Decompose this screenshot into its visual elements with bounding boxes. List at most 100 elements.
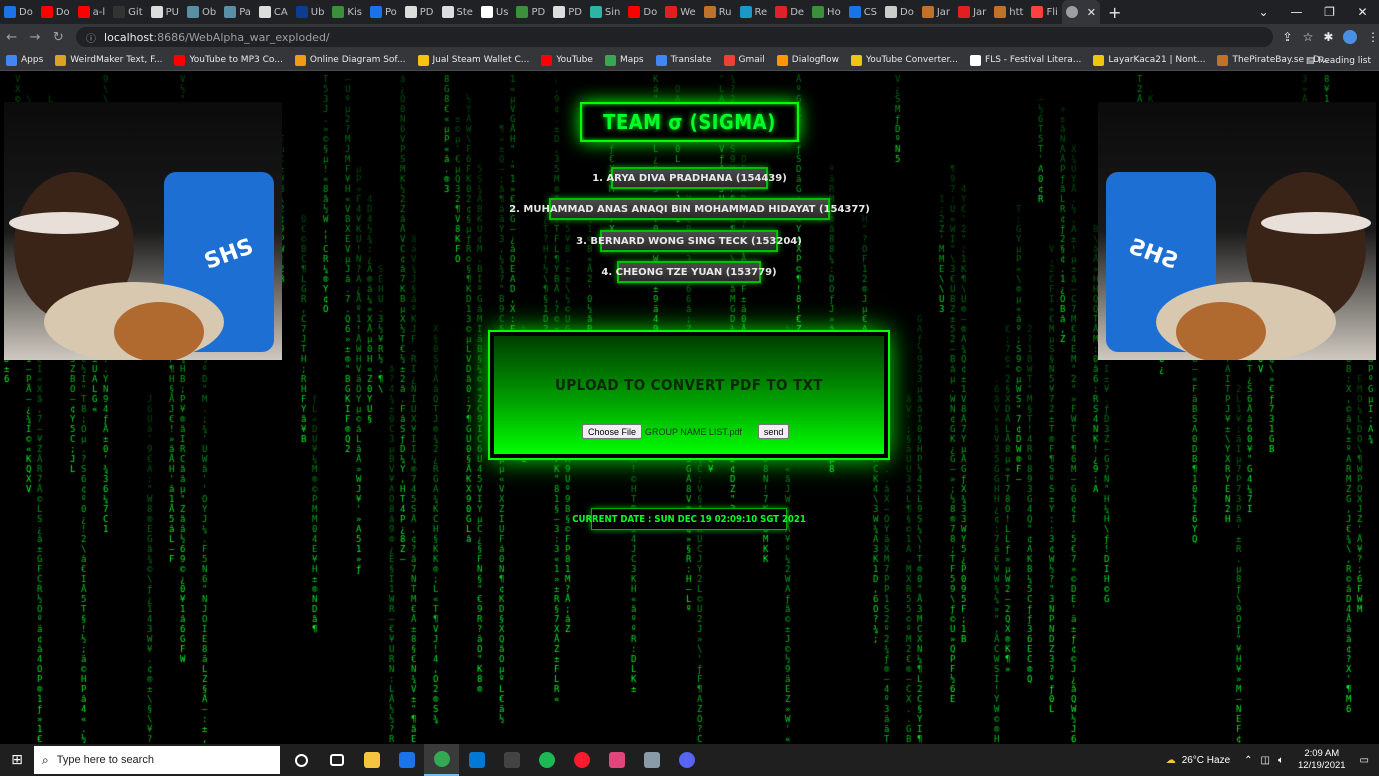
task-view-icon [329,754,344,766]
browser-tab[interactable]: Git [109,0,146,24]
browser-tab[interactable]: Kis [328,0,366,24]
tab-favicon-icon [332,6,345,18]
tab-label: Po [384,6,397,18]
browser-tab[interactable]: Re [736,0,772,24]
windows-start-icon[interactable]: ⊞ [0,744,34,776]
bookmark-item[interactable]: Gmail [718,54,771,66]
browser-tab[interactable]: Do [624,0,661,24]
choose-file-button[interactable]: Choose File [582,424,643,439]
maximize-icon[interactable]: ❐ [1313,5,1346,19]
browser-tab[interactable]: Ste [438,0,477,24]
taskbar-app-outlook[interactable] [459,744,494,776]
tab-favicon-icon [77,6,90,18]
dropdown-icon[interactable]: ⌄ [1247,5,1280,19]
bookmark-item[interactable]: YouTube Converter... [845,54,964,66]
browser-tab[interactable]: Do [881,0,918,24]
tray-chevron-icon[interactable]: ⌃ [1244,755,1252,766]
taskbar-app-chrome[interactable] [424,744,459,776]
send-button[interactable]: send [757,424,790,439]
taskbar-clock[interactable]: 2:09 AM 12/19/2021 [1298,748,1346,772]
taskbar-app-file-explorer[interactable] [354,744,389,776]
extensions-icon[interactable]: ✱ [1323,30,1333,44]
tab-label: We [680,6,696,18]
browser-tab[interactable]: PD [401,0,438,24]
bookmark-favicon-icon [604,54,616,66]
tab-label: PD [568,6,582,18]
bookmark-item[interactable]: Maps [599,54,650,66]
browser-tab[interactable]: Fli [1027,0,1061,24]
bookmark-favicon-icon [1093,54,1105,66]
bookmark-star-icon[interactable]: ☆ [1303,30,1314,44]
browser-tab[interactable]: Do [37,0,74,24]
bookmark-label: Dialogflow [791,55,839,65]
close-icon[interactable]: ✕ [1346,5,1379,19]
profile-avatar[interactable] [1343,30,1357,44]
bookmark-item[interactable]: Online Diagram Sof... [289,54,412,66]
tab-favicon-icon [921,6,934,18]
bookmark-item[interactable]: YouTube [535,54,599,66]
browser-tab[interactable]: Ru [700,0,736,24]
browser-tab[interactable]: CA [255,0,292,24]
bookmark-favicon-icon [723,54,735,66]
taskbar-app-opera[interactable] [564,744,599,776]
bookmark-item[interactable]: LayarKaca21 | Nont... [1087,54,1211,66]
browser-tab[interactable]: Sin [586,0,624,24]
menu-icon[interactable]: ⋮ [1367,30,1379,44]
browser-tab[interactable]: Po [366,0,401,24]
bookmark-item[interactable]: Apps [0,54,49,66]
taskbar-search-box[interactable]: ⌕ Type here to search [34,746,280,774]
taskbar-app-discord[interactable] [669,744,704,776]
browser-tab-active[interactable]: ✕ [1061,0,1100,24]
browser-tab[interactable]: PD [512,0,549,24]
new-tab-icon[interactable]: + [1108,3,1121,22]
browser-tab[interactable]: Jar [954,0,990,24]
taskbar-app-spotify[interactable] [529,744,564,776]
taskbar-app-task-view[interactable] [319,744,354,776]
info-icon[interactable]: ⓘ [86,30,96,45]
bookmark-favicon-icon [850,54,862,66]
reload-icon[interactable]: ↻ [47,30,70,45]
browser-tab[interactable]: We [661,0,699,24]
browser-tab[interactable]: Us [477,0,513,24]
weather-text[interactable]: 26°C Haze [1182,755,1230,766]
upload-panel: UPLOAD TO CONVERT PDF TO TXT Choose File… [488,330,890,460]
reading-list-button[interactable]: ▤ Reading list [1306,50,1371,71]
browser-tab[interactable]: PD [549,0,586,24]
taskbar-app-intellij[interactable] [599,744,634,776]
outlook-icon [468,752,485,768]
forward-icon[interactable]: → [23,30,46,45]
close-tab-icon[interactable]: ✕ [1087,6,1096,19]
bookmark-item[interactable]: YouTube to MP3 Co... [168,54,288,66]
taskbar-app-mail[interactable] [389,744,424,776]
browser-tab[interactable]: De [771,0,808,24]
minimize-icon[interactable]: — [1280,5,1313,19]
browser-tab[interactable]: Ub [292,0,329,24]
bookmark-label: Online Diagram Sof... [309,55,406,65]
taskbar-app-cortana[interactable] [284,744,319,776]
weather-icon[interactable]: ☁ [1166,755,1176,766]
bookmark-item[interactable]: Dialogflow [771,54,845,66]
taskbar-app-app-gray[interactable] [634,744,669,776]
share-icon[interactable]: ⇪ [1283,30,1293,44]
bookmark-item[interactable]: Translate [650,54,718,66]
bookmark-item[interactable]: Jual Steam Wallet C... [412,54,536,66]
browser-tab[interactable]: Pa [220,0,255,24]
browser-tab[interactable]: PU [147,0,183,24]
browser-tab[interactable]: CS [845,0,881,24]
browser-tab[interactable]: Ob [183,0,220,24]
browser-tab[interactable]: a-l [74,0,110,24]
network-icon[interactable]: ◫ [1261,755,1270,766]
tab-label: a-l [92,6,106,18]
volume-icon[interactable]: 🔈︎ [1278,755,1284,766]
back-icon[interactable]: ← [0,30,23,45]
browser-tab[interactable]: Jar [918,0,954,24]
notifications-icon[interactable]: ▭ [1360,755,1369,766]
bookmark-item[interactable]: FLS - Festival Litera... [964,54,1087,66]
browser-tab[interactable]: htt [990,0,1027,24]
browser-tab[interactable]: Ho [808,0,845,24]
address-bar[interactable]: ⓘ localhost:8686/WebAlpha_war_exploded/ [76,27,1273,47]
browser-tab[interactable]: Do [0,0,37,24]
taskbar-app-app-dark[interactable] [494,744,529,776]
bookmark-item[interactable]: WeirdMaker Text, F... [49,54,168,66]
tab-label: Do [643,6,658,18]
